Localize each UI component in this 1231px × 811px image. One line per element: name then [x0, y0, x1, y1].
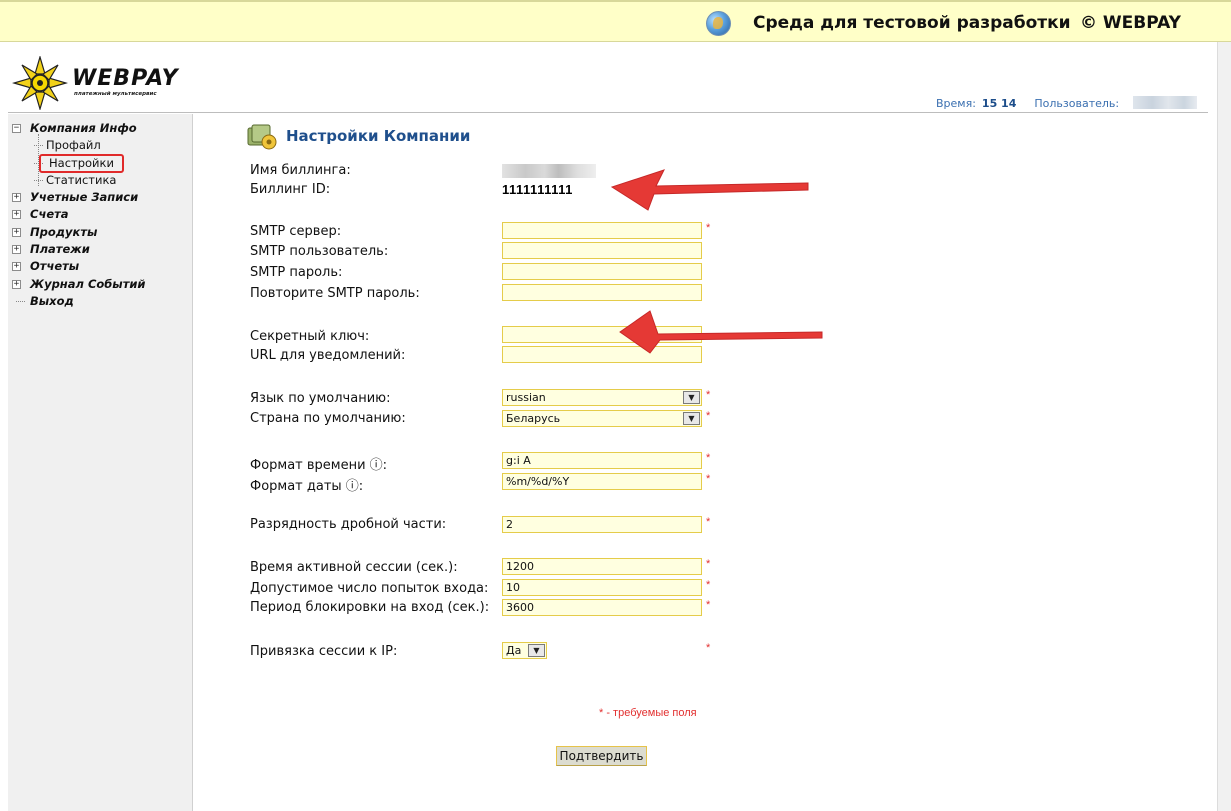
- header-divider: [8, 112, 1208, 113]
- required-mark: *: [706, 452, 711, 464]
- billing-id-label: Биллинг ID:: [250, 182, 331, 197]
- required-mark: *: [706, 410, 711, 422]
- user-name-redacted: [1133, 96, 1198, 109]
- tree-branch: [34, 145, 43, 147]
- billing-id-value: 1111111111: [502, 182, 573, 197]
- required-mark: *: [706, 473, 711, 485]
- smtp-user-input[interactable]: [502, 242, 702, 259]
- sun-logo-icon: [12, 56, 68, 110]
- smtp-user-label: SMTP пользователь:: [250, 244, 389, 259]
- submit-button[interactable]: Подтвердить: [556, 746, 647, 766]
- required-mark: *: [706, 558, 711, 570]
- annotation-arrow-billing-id: [610, 169, 809, 211]
- decimal-places-label: Разрядность дробной части:: [250, 517, 447, 532]
- smtp-password-repeat-input[interactable]: [502, 284, 702, 301]
- required-mark: *: [706, 516, 711, 528]
- sidebar-item-label: Учетные Записи: [30, 190, 139, 205]
- ip-bind-label: Привязка сессии к IP:: [250, 644, 398, 659]
- smtp-password-label: SMTP пароль:: [250, 265, 343, 280]
- smtp-server-input[interactable]: [502, 222, 702, 239]
- lock-period-input[interactable]: 3600: [502, 599, 702, 616]
- ip-bind-selected-value: Да: [506, 644, 522, 657]
- billing-name-label: Имя биллинга:: [250, 163, 351, 178]
- required-mark: *: [706, 642, 711, 654]
- time-value: 15 14: [981, 97, 1017, 110]
- required-fields-note: * - требуемые поля: [599, 707, 697, 719]
- notify-url-input[interactable]: [502, 346, 702, 363]
- tree-branch: [16, 300, 25, 302]
- smtp-password-repeat-label: Повторите SMTP пароль:: [250, 286, 420, 301]
- tree-branch: [34, 179, 43, 181]
- language-label: Язык по умолчанию:: [250, 391, 391, 406]
- sidebar-item-label: Статистика: [46, 172, 117, 187]
- session-time-input[interactable]: 1200: [502, 558, 702, 575]
- sidebar: − Компания Инфо Профайл Настройки Статис…: [8, 114, 193, 811]
- required-mark: *: [706, 579, 711, 591]
- language-selected-value: russian: [506, 391, 546, 404]
- logo-wordmark: WEBPAY: [72, 66, 179, 91]
- chevron-down-icon[interactable]: ▼: [528, 644, 545, 657]
- date-format-input[interactable]: %m/%d/%Y: [502, 473, 702, 490]
- login-attempts-input[interactable]: 10: [502, 579, 702, 596]
- secret-key-input[interactable]: [502, 326, 702, 343]
- time-label: Время:: [936, 97, 976, 110]
- required-mark: *: [706, 599, 711, 611]
- country-label: Страна по умолчанию:: [250, 411, 406, 426]
- secret-key-label: Секретный ключ:: [250, 329, 370, 344]
- expand-icon[interactable]: +: [12, 227, 21, 237]
- time-format-label: Формат времени ⓘ:: [250, 458, 388, 473]
- sidebar-item-label: Счета: [30, 207, 69, 222]
- user-label: Пользователь:: [1034, 97, 1120, 110]
- ip-bind-select[interactable]: Да ▼: [502, 642, 547, 659]
- chevron-down-icon[interactable]: ▼: [683, 391, 700, 404]
- language-select[interactable]: russian ▼: [502, 389, 702, 406]
- collapse-icon[interactable]: −: [12, 124, 21, 133]
- session-time-label: Время активной сессии (сек.):: [250, 560, 458, 575]
- sidebar-item-label: Платежи: [30, 242, 90, 257]
- sidebar-item-label: Продукты: [30, 224, 98, 239]
- required-mark: *: [706, 222, 711, 234]
- chevron-down-icon[interactable]: ▼: [683, 412, 700, 425]
- sidebar-item-label: Настройки: [39, 153, 124, 173]
- copyright-text: © WEBPAY: [1080, 13, 1181, 33]
- webpay-logo[interactable]: WEBPAY платежный мультисервис: [12, 56, 182, 110]
- sidebar-item-label: Компания Инфо: [30, 121, 137, 135]
- sidebar-item-label: Выход: [30, 293, 74, 308]
- sidebar-item-label: Профайл: [46, 138, 101, 153]
- expand-icon[interactable]: +: [12, 279, 21, 289]
- expand-icon[interactable]: +: [12, 262, 21, 272]
- country-select[interactable]: Беларусь ▼: [502, 410, 702, 427]
- settings-page-icon: [247, 124, 277, 150]
- globe-icon: [706, 11, 731, 36]
- expand-icon[interactable]: +: [12, 210, 21, 220]
- environment-title: Среда для тестовой разработки: [753, 13, 1071, 33]
- expand-icon[interactable]: +: [12, 193, 21, 203]
- page-title: Настройки Компании: [286, 127, 471, 145]
- login-attempts-label: Допустимое число попыток входа:: [250, 581, 489, 596]
- sidebar-item-label: Журнал Событий: [30, 276, 146, 291]
- required-mark: *: [706, 389, 711, 401]
- smtp-server-label: SMTP сервер:: [250, 224, 342, 239]
- page-scrollbar[interactable]: [1217, 42, 1231, 811]
- time-format-input[interactable]: g:i A: [502, 452, 702, 469]
- country-selected-value: Беларусь: [506, 412, 561, 425]
- sidebar-item-label: Отчеты: [30, 259, 80, 274]
- logo-tagline: платежный мультисервис: [74, 91, 157, 97]
- expand-icon[interactable]: +: [12, 245, 21, 255]
- notify-url-label: URL для уведомлений:: [250, 348, 406, 363]
- top-banner: Среда для тестовой разработки © WEBPAY: [0, 0, 1231, 42]
- lock-period-label: Период блокировки на вход (сек.):: [250, 600, 490, 615]
- billing-name-redacted: [502, 164, 596, 178]
- date-format-label: Формат даты ⓘ:: [250, 479, 364, 494]
- smtp-password-input[interactable]: [502, 263, 702, 280]
- decimal-places-input[interactable]: 2: [502, 516, 702, 533]
- session-info: Время: 15 14 Пользователь:: [936, 96, 1198, 110]
